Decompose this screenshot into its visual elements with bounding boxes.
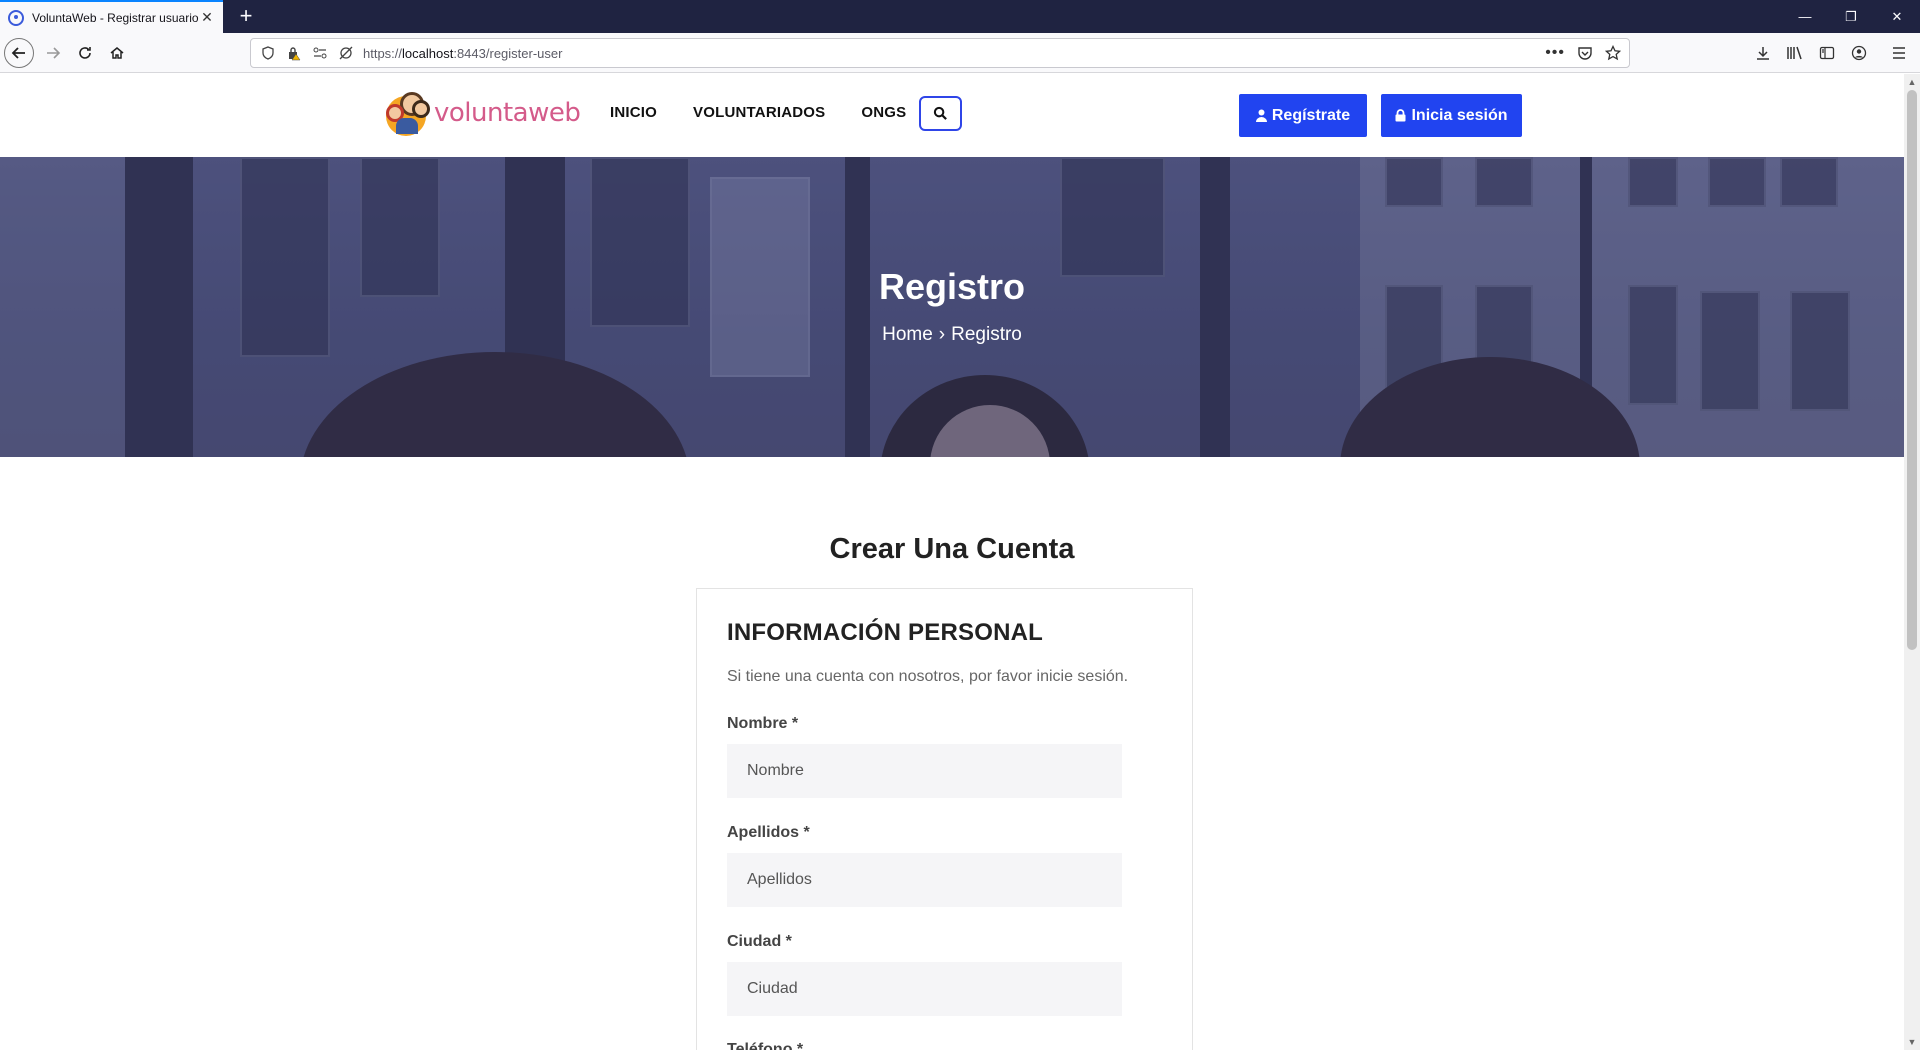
search-button[interactable] — [919, 96, 962, 131]
main-menu: INICIO VOLUNTARIADOS ONGS — [610, 104, 906, 121]
site-favicon-icon — [8, 9, 24, 26]
site-logo[interactable]: voluntaweb — [386, 90, 581, 136]
downloads-icon[interactable] — [1752, 42, 1774, 64]
nombre-label: Nombre * — [727, 715, 799, 732]
forward-button[interactable] — [38, 38, 68, 68]
library-icon[interactable] — [1784, 42, 1806, 64]
logo-faces-icon — [386, 90, 432, 136]
lock-icon — [1395, 109, 1406, 122]
address-bar[interactable]: https://localhost:8443/register-user ••• — [250, 38, 1630, 68]
restore-window-button[interactable]: ❐ — [1828, 0, 1874, 33]
breadcrumb-separator: › — [938, 324, 946, 345]
site-header: voluntaweb INICIO VOLUNTARIADOS ONGS Reg… — [0, 74, 1904, 157]
apellidos-input[interactable] — [727, 853, 1122, 907]
scrollbar-thumb[interactable] — [1907, 90, 1917, 650]
url-text[interactable]: https://localhost:8443/register-user — [363, 46, 1545, 61]
bookmark-star-icon[interactable] — [1605, 45, 1621, 61]
breadcrumb-current: Registro — [951, 324, 1022, 345]
breadcrumb: Home › Registro — [0, 324, 1904, 346]
ciudad-label: Ciudad * — [727, 933, 792, 950]
shield-icon[interactable] — [259, 44, 277, 62]
new-tab-button[interactable]: + — [232, 3, 260, 31]
minimize-window-button[interactable]: — — [1782, 0, 1828, 33]
page-banner: Registro Home › Registro — [0, 157, 1904, 457]
tracking-protection-icon[interactable] — [337, 44, 355, 62]
close-window-button[interactable]: ✕ — [1874, 0, 1920, 33]
reload-icon — [79, 47, 91, 59]
section-title: Crear Una Cuenta — [829, 533, 1075, 565]
insecure-lock-icon[interactable] — [285, 44, 303, 62]
user-icon — [1255, 109, 1267, 122]
home-icon — [110, 47, 124, 59]
nombre-input[interactable] — [727, 744, 1122, 798]
breadcrumb-home-link[interactable]: Home — [882, 324, 933, 345]
sidebar-icon[interactable] — [1816, 42, 1838, 64]
pocket-icon[interactable] — [1577, 45, 1593, 61]
menu-hamburger-icon[interactable] — [1888, 42, 1910, 64]
back-button[interactable] — [4, 38, 34, 68]
register-button[interactable]: Regístrate — [1239, 94, 1367, 137]
form-lead-text: Si tiene una cuenta con nosotros, por fa… — [727, 668, 1129, 685]
browser-tab-active[interactable]: VoluntaWeb - Registrar usuario ✕ — [0, 0, 223, 33]
login-button[interactable]: Inicia sesión — [1381, 94, 1522, 137]
account-icon[interactable] — [1848, 42, 1870, 64]
page-actions-icon[interactable]: ••• — [1545, 44, 1565, 62]
arrow-right-icon — [47, 47, 61, 59]
menu-item-inicio[interactable]: INICIO — [610, 104, 657, 121]
form-section-title: INFORMACIÓN PERSONAL — [727, 619, 1043, 646]
search-icon — [933, 106, 947, 120]
browser-toolbar: https://localhost:8443/register-user ••• — [0, 33, 1920, 73]
home-button[interactable] — [102, 38, 132, 68]
tab-title: VoluntaWeb - Registrar usuario — [32, 10, 199, 25]
register-label: Regístrate — [1271, 106, 1351, 124]
close-tab-icon[interactable]: ✕ — [199, 9, 215, 26]
login-label: Inicia sesión — [1411, 106, 1508, 124]
page-scrollbar[interactable]: ▲ ▼ — [1904, 74, 1920, 1050]
apellidos-label: Apellidos * — [727, 824, 810, 841]
telefono-label: Teléfono * — [727, 1041, 804, 1050]
browser-tab-strip: VoluntaWeb - Registrar usuario ✕ + — ❐ ✕ — [0, 0, 1920, 33]
arrow-left-icon — [11, 47, 25, 59]
permissions-icon[interactable] — [311, 44, 329, 62]
scroll-up-arrow-icon[interactable]: ▲ — [1904, 74, 1920, 90]
ciudad-input[interactable] — [727, 962, 1122, 1016]
scroll-down-arrow-icon[interactable]: ▼ — [1904, 1034, 1920, 1050]
page-title: Registro — [878, 266, 1026, 307]
reload-button[interactable] — [70, 38, 100, 68]
logo-wordmark: voluntaweb — [434, 98, 581, 128]
menu-item-ongs[interactable]: ONGS — [861, 104, 906, 121]
registration-form-card: INFORMACIÓN PERSONAL Si tiene una cuenta… — [696, 588, 1193, 1050]
menu-item-voluntariados[interactable]: VOLUNTARIADOS — [693, 104, 825, 121]
page-viewport: voluntaweb INICIO VOLUNTARIADOS ONGS Reg… — [0, 74, 1904, 1050]
